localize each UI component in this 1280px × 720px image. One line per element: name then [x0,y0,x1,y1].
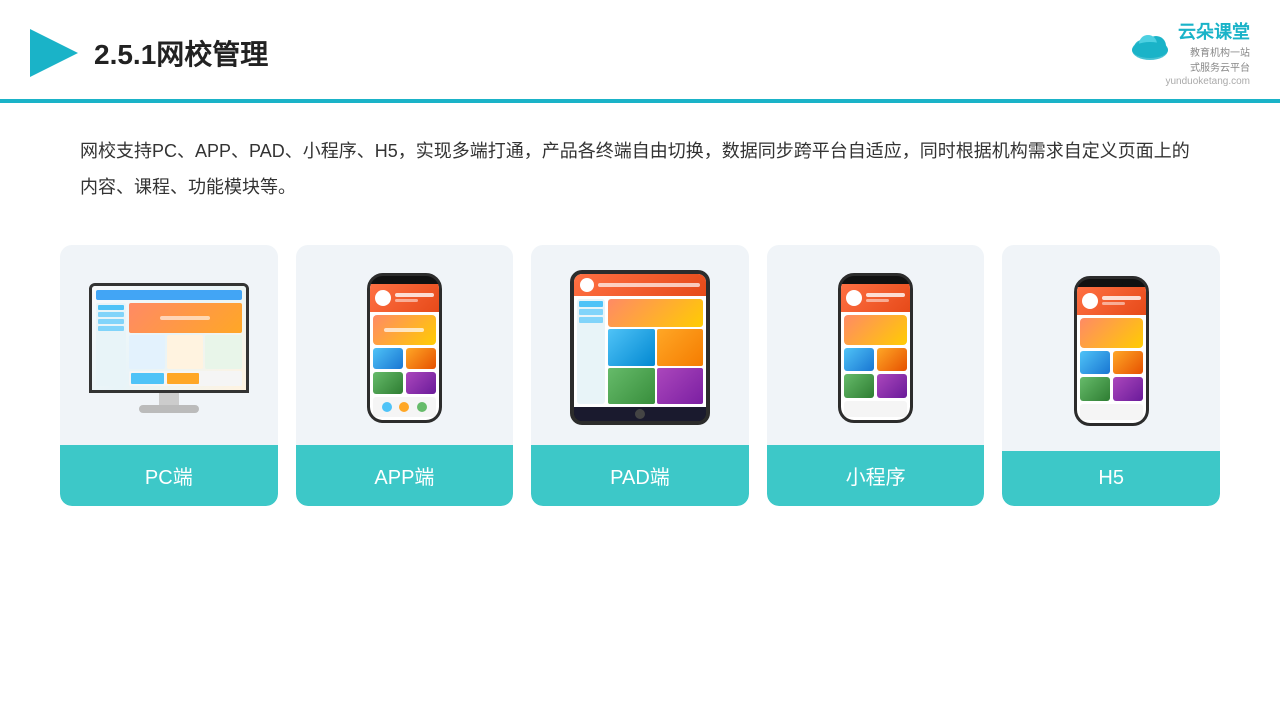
cloud-icon [1128,30,1172,62]
cards-container: PC端 [0,215,1280,536]
card-pad: PAD端 [531,245,749,506]
logo-url: yunduoketang.com [1165,76,1250,87]
pad-mockup [570,270,710,425]
page-header: 2.5.1网校管理 云朵课堂 教育机构一站式服务云平台 yunduoketang… [0,0,1280,103]
card-miniprogram-image [767,245,985,445]
header-left: 2.5.1网校管理 [30,29,268,77]
logo-area: 云朵课堂 教育机构一站式服务云平台 yunduoketang.com [1128,18,1250,87]
h5-phone-mockup [1074,276,1149,426]
header-divider [0,99,1280,101]
card-app-label: APP端 [296,445,514,506]
app-phone-mockup [367,273,442,423]
card-pc-label: PC端 [60,445,278,506]
miniprogram-phone-mockup [838,273,913,423]
card-miniprogram-label: 小程序 [767,445,985,506]
card-h5-image [1002,245,1220,451]
brand: 云朵课堂 教育机构一站式服务云平台 [1128,18,1250,74]
description-paragraph: 网校支持PC、APP、PAD、小程序、H5，实现多端打通，产品各终端自由切换，数… [80,133,1200,205]
card-miniprogram: 小程序 [767,245,985,506]
card-pad-label: PAD端 [531,445,749,506]
card-h5-label: H5 [1002,451,1220,506]
card-pc: PC端 [60,245,278,506]
play-icon [30,29,78,77]
card-pad-image [531,245,749,445]
card-app-image [296,245,514,445]
card-h5: H5 [1002,245,1220,506]
pc-mockup [89,283,249,413]
page-title: 2.5.1网校管理 [94,33,268,73]
card-pc-image [60,245,278,445]
pc-screen [89,283,249,393]
logo-name: 云朵课堂 [1178,18,1250,44]
card-app: APP端 [296,245,514,506]
description-text: 网校支持PC、APP、PAD、小程序、H5，实现多端打通，产品各终端自由切换，数… [0,103,1280,215]
logo-tagline: 教育机构一站式服务云平台 [1178,44,1250,74]
